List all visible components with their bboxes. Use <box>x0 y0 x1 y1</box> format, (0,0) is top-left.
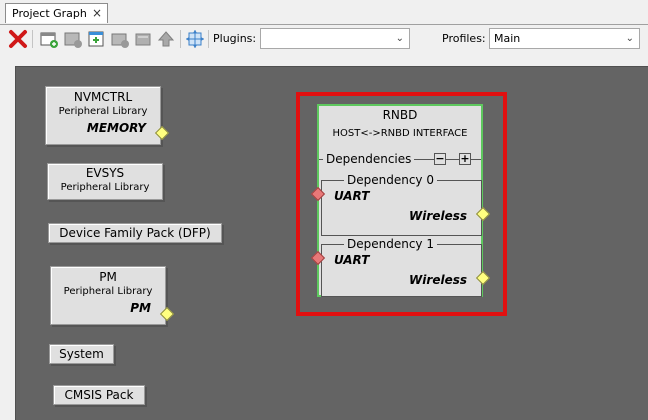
module-icon[interactable] <box>110 29 130 49</box>
chevron-down-icon: ⌄ <box>395 33 404 44</box>
tab-strip: Project Graph × <box>0 0 648 25</box>
close-icon[interactable]: × <box>92 4 102 23</box>
toolbar-separator <box>208 30 209 48</box>
plugins-label: Plugins: <box>213 32 257 45</box>
toolbar-separator <box>32 30 33 48</box>
folder-icon[interactable] <box>133 29 153 49</box>
node-title: Device Family Pack (DFP) <box>59 226 211 240</box>
profiles-label: Profiles: <box>442 32 486 45</box>
chevron-down-icon: ⌄ <box>625 33 634 44</box>
component-node-dfp[interactable]: Device Family Pack (DFP) <box>48 223 222 243</box>
add-component-icon[interactable] <box>86 29 106 49</box>
component-node-evsys[interactable]: EVSYS Peripheral Library <box>47 163 163 200</box>
component-icon[interactable] <box>63 29 83 49</box>
new-component-icon[interactable] <box>39 29 59 49</box>
up-arrow-icon[interactable] <box>156 29 176 49</box>
tab-label: Project Graph <box>12 7 87 20</box>
node-title: EVSYS <box>85 166 125 180</box>
profiles-value: Main <box>494 32 521 45</box>
delete-icon[interactable] <box>8 29 28 49</box>
plugins-select[interactable]: ⌄ <box>260 28 410 49</box>
fit-view-icon[interactable] <box>185 29 205 49</box>
node-subtitle: Peripheral Library <box>58 106 148 117</box>
node-title: NVMCTRL <box>73 90 133 104</box>
component-node-pm[interactable]: PM Peripheral Library PM <box>50 266 166 325</box>
node-title: System <box>59 347 104 361</box>
component-node-nvmctrl[interactable]: NVMCTRL Peripheral Library MEMORY <box>45 86 161 145</box>
toolbar: Plugins: ⌄ Profiles: Main ⌄ <box>0 25 648 53</box>
node-subtitle: Peripheral Library <box>63 286 153 297</box>
node-title: CMSIS Pack <box>64 388 134 402</box>
toolbar-separator <box>180 30 181 48</box>
component-node-cmsis-pack[interactable]: CMSIS Pack <box>53 385 145 405</box>
tab-project-graph[interactable]: Project Graph × <box>5 3 108 23</box>
node-category: PM <box>130 301 151 315</box>
highlight-box <box>296 92 507 316</box>
node-title: PM <box>99 270 117 284</box>
component-node-system[interactable]: System <box>49 344 114 364</box>
profiles-select[interactable]: Main ⌄ <box>489 28 640 49</box>
node-subtitle: Peripheral Library <box>60 182 150 193</box>
node-category: MEMORY <box>86 121 146 135</box>
